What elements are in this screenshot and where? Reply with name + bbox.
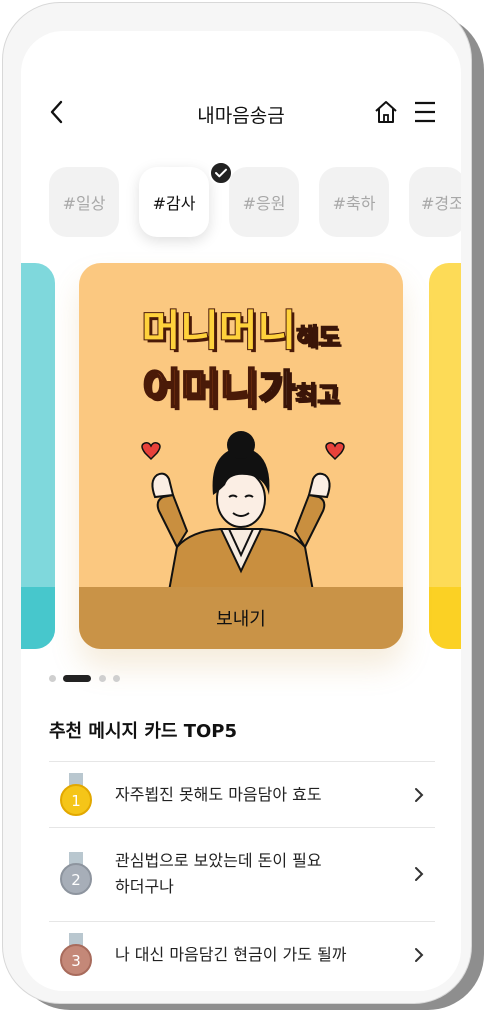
top-bar: 내마음송금 bbox=[21, 91, 461, 135]
tag-thanks[interactable]: #감사 bbox=[139, 167, 209, 237]
rank-number: 1 bbox=[71, 792, 81, 810]
app-screen: 내마음송금 #일상 #감사 #응원 #축하 #경조 머니머니해도 어머니가최고 … bbox=[21, 31, 461, 991]
recommended-section-title: 추천 메시지 카드 TOP5 bbox=[49, 721, 238, 742]
recommended-item[interactable]: 2 관심법으로 보았는데 돈이 필요 하더구나 bbox=[49, 827, 435, 922]
chevron-right-icon bbox=[415, 788, 424, 802]
previous-card[interactable] bbox=[21, 263, 55, 649]
recommended-item[interactable]: 1 자주뵙진 못해도 마음담아 효도 bbox=[49, 761, 435, 828]
chevron-right-icon bbox=[415, 948, 424, 962]
gold-medal-icon: 1 bbox=[60, 773, 92, 816]
message-card[interactable]: 머니머니해도 어머니가최고 보내기 bbox=[79, 263, 403, 649]
card-headline-mother: 어머니 bbox=[142, 363, 260, 414]
category-tag-list: #일상 #감사 #응원 #축하 #경조 bbox=[49, 161, 461, 239]
card-headline-even: 해도 bbox=[295, 322, 341, 352]
rank-number: 2 bbox=[71, 871, 81, 889]
tag-celebration[interactable]: #축하 bbox=[319, 167, 389, 237]
card-headline-best: 최고 bbox=[295, 380, 341, 410]
pagination-dot[interactable] bbox=[99, 675, 106, 682]
card-headline-money: 머니머니 bbox=[141, 305, 298, 356]
hamburger-menu-icon[interactable] bbox=[413, 99, 437, 125]
card-headline-line1: 머니머니해도 bbox=[79, 297, 403, 358]
card-headline-particle: 가 bbox=[257, 366, 296, 414]
send-button[interactable]: 보내기 bbox=[79, 587, 403, 649]
bronze-medal-icon: 3 bbox=[60, 933, 92, 976]
rank-number: 3 bbox=[71, 952, 81, 970]
tag-condolence[interactable]: #경조 bbox=[409, 167, 461, 237]
pagination-dot[interactable] bbox=[113, 675, 120, 682]
silver-medal-icon: 2 bbox=[60, 852, 92, 895]
mother-finger-heart-illustration bbox=[141, 431, 345, 591]
carousel-pagination bbox=[49, 675, 169, 683]
recommended-item-text: 자주뵙진 못해도 마음담아 효도 bbox=[115, 785, 322, 804]
recommended-item-text: 나 대신 마음담긴 현금이 가도 될까 bbox=[115, 945, 347, 964]
recommended-item-text: 관심법으로 보았는데 돈이 필요 하더구나 bbox=[115, 851, 322, 896]
card-headline-line2: 어머니가최고 bbox=[79, 355, 403, 416]
tag-daily[interactable]: #일상 bbox=[49, 167, 119, 237]
pagination-dot[interactable] bbox=[49, 675, 56, 682]
recommended-item[interactable]: 3 나 대신 마음담긴 현금이 가도 될까 bbox=[49, 921, 435, 988]
tag-cheer[interactable]: #응원 bbox=[229, 167, 299, 237]
pagination-dot-active[interactable] bbox=[63, 675, 91, 682]
chevron-right-icon bbox=[415, 867, 424, 881]
next-card[interactable] bbox=[429, 263, 461, 649]
home-icon[interactable] bbox=[373, 99, 399, 125]
device-frame: 내마음송금 #일상 #감사 #응원 #축하 #경조 머니머니해도 어머니가최고 … bbox=[2, 2, 472, 1004]
